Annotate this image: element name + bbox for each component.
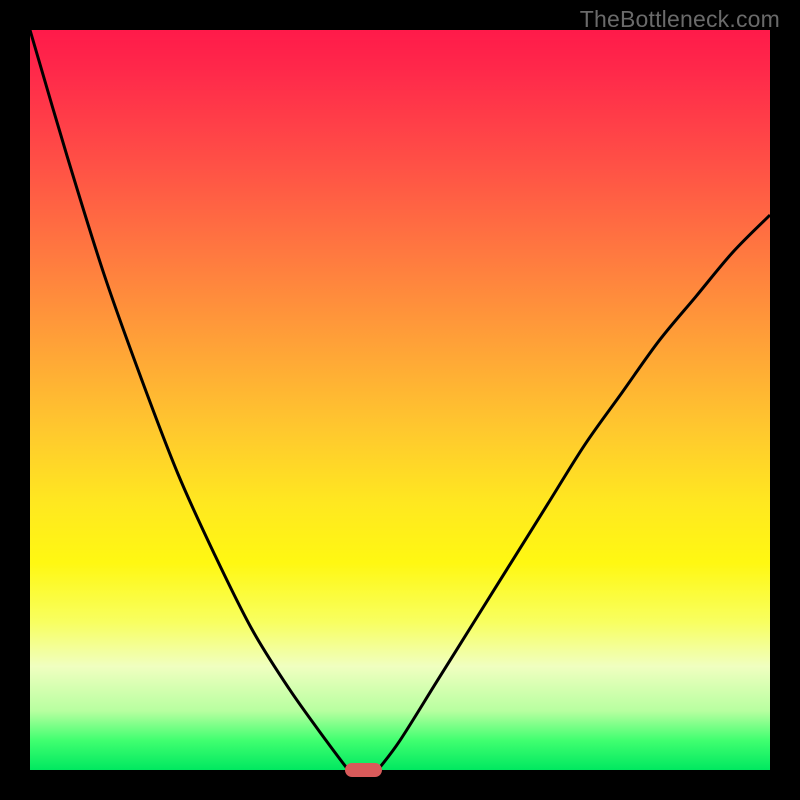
curve-left-branch bbox=[30, 30, 348, 770]
chart-container: TheBottleneck.com bbox=[0, 0, 800, 800]
watermark-text: TheBottleneck.com bbox=[580, 6, 780, 33]
bottleneck-curve bbox=[30, 30, 770, 770]
plot-area bbox=[30, 30, 770, 770]
curve-right-branch bbox=[378, 215, 770, 770]
bottleneck-marker bbox=[345, 763, 382, 777]
